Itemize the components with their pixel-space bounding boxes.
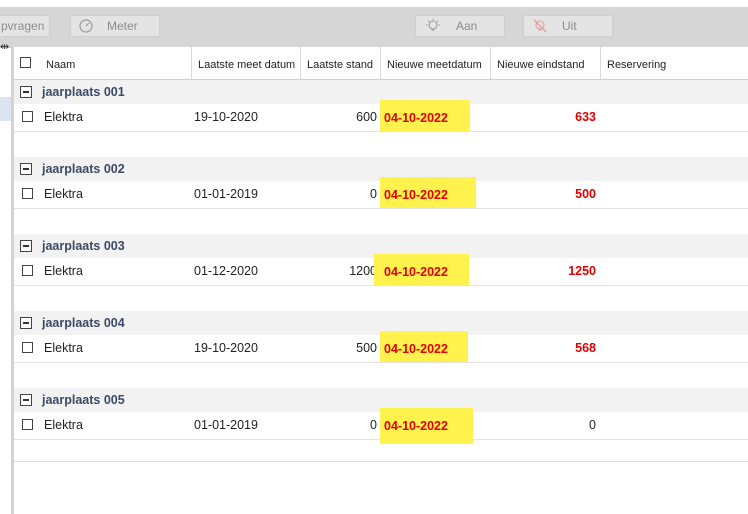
group-title: jaarplaats 005 xyxy=(42,393,125,407)
column-header-nieuwe-eindstand[interactable]: Nieuwe eindstand xyxy=(490,47,600,79)
row-checkbox[interactable] xyxy=(22,188,33,199)
cell-naam: Elektra xyxy=(44,264,83,278)
column-header-naam[interactable]: Naam xyxy=(40,47,192,79)
collapse-group-icon[interactable] xyxy=(20,394,32,406)
resize-arrows-icon[interactable]: ⇹ xyxy=(0,40,9,54)
column-header-laatste-stand[interactable]: Laatste stand xyxy=(300,47,380,79)
group-jaarplaats-004: jaarplaats 004 Elektra 19-10-2020 500 04… xyxy=(14,311,748,388)
group-title: jaarplaats 002 xyxy=(42,162,125,176)
group-spacer xyxy=(14,209,748,234)
table-row[interactable]: Elektra 01-01-2019 0 04-10-2022 0 xyxy=(14,408,748,444)
lightbulb-on-icon xyxy=(424,18,442,34)
left-panel-selection xyxy=(0,97,11,121)
group-title: jaarplaats 004 xyxy=(42,316,125,330)
row-checkbox[interactable] xyxy=(22,342,33,353)
cell-naam: Elektra xyxy=(44,110,83,124)
cell-nieuwe-eindstand[interactable]: 568 xyxy=(494,335,596,362)
group-title: jaarplaats 001 xyxy=(42,85,125,99)
cell-laatste-stand: 0 xyxy=(370,187,377,201)
opvragen-button[interactable]: pvragen xyxy=(0,15,50,37)
uit-label: Uit xyxy=(562,19,577,33)
column-header-laatste-meet-datum[interactable]: Laatste meet datum xyxy=(191,47,301,79)
group-spacer xyxy=(14,363,748,388)
collapse-group-icon[interactable] xyxy=(20,317,32,329)
grid-end-line xyxy=(14,461,748,462)
cell-laatste-stand: 1200 xyxy=(349,264,377,278)
cell-laatste-stand: 600 xyxy=(356,110,377,124)
cell-laatste-stand: 0 xyxy=(370,418,377,432)
group-jaarplaats-003: jaarplaats 003 Elektra 01-12-2020 1200 0… xyxy=(14,234,748,311)
cell-laatste-stand: 500 xyxy=(356,341,377,355)
cell-nieuwe-eindstand[interactable]: 633 xyxy=(494,104,596,131)
cell-laatste-meet-datum: 01-01-2019 xyxy=(194,187,258,201)
table-row[interactable]: Elektra 19-10-2020 600 04-10-2022 633 xyxy=(14,100,748,136)
cell-laatste-meet-datum: 01-12-2020 xyxy=(194,264,258,278)
table-row[interactable]: Elektra 01-01-2019 0 04-10-2022 500 xyxy=(14,177,748,213)
row-checkbox[interactable] xyxy=(22,111,33,122)
aan-button[interactable]: Aan xyxy=(415,15,505,37)
cell-naam: Elektra xyxy=(44,187,83,201)
cell-naam: Elektra xyxy=(44,418,83,432)
group-jaarplaats-005: jaarplaats 005 Elektra 01-01-2019 0 04-1… xyxy=(14,388,748,465)
collapse-group-icon[interactable] xyxy=(20,86,32,98)
row-checkbox[interactable] xyxy=(22,265,33,276)
meter-label: Meter xyxy=(107,19,138,33)
cell-laatste-meet-datum: 19-10-2020 xyxy=(194,341,258,355)
cell-nieuwe-eindstand[interactable]: 0 xyxy=(494,412,596,439)
group-jaarplaats-001: jaarplaats 001 Elektra 19-10-2020 600 04… xyxy=(14,80,748,157)
grid-header: Naam Laatste meet datum Laatste stand Ni… xyxy=(14,47,748,80)
top-strip xyxy=(0,0,748,7)
cell-nieuwe-eindstand[interactable]: 1250 xyxy=(494,258,596,285)
toolbar: pvragen Meter Aan Uit xyxy=(0,7,748,48)
column-header-reservering[interactable]: Reservering xyxy=(600,47,748,79)
meter-button[interactable]: Meter xyxy=(70,15,160,37)
table-row[interactable]: Elektra 19-10-2020 500 04-10-2022 568 xyxy=(14,331,748,367)
group-spacer xyxy=(14,132,748,157)
cell-laatste-meet-datum: 19-10-2020 xyxy=(194,110,258,124)
uit-button[interactable]: Uit xyxy=(523,15,613,37)
group-jaarplaats-002: jaarplaats 002 Elektra 01-01-2019 0 04-1… xyxy=(14,157,748,234)
collapse-group-icon[interactable] xyxy=(20,240,32,252)
group-title: jaarplaats 003 xyxy=(42,239,125,253)
column-header-nieuwe-meetdatum[interactable]: Nieuwe meetdatum xyxy=(380,47,490,79)
cell-naam: Elektra xyxy=(44,341,83,355)
row-checkbox[interactable] xyxy=(22,419,33,430)
opvragen-label: pvragen xyxy=(1,19,45,33)
meter-grid: Naam Laatste meet datum Laatste stand Ni… xyxy=(14,47,748,465)
aan-label: Aan xyxy=(456,19,478,33)
gauge-icon xyxy=(79,19,93,33)
collapse-group-icon[interactable] xyxy=(20,163,32,175)
cell-laatste-meet-datum: 01-01-2019 xyxy=(194,418,258,432)
table-row[interactable]: Elektra 01-12-2020 1200 04-10-2022 1250 xyxy=(14,254,748,290)
row-divider xyxy=(14,439,748,440)
group-spacer xyxy=(14,286,748,311)
lightbulb-off-icon xyxy=(532,18,548,34)
select-all-checkbox[interactable] xyxy=(20,57,31,68)
cell-nieuwe-eindstand[interactable]: 500 xyxy=(494,181,596,208)
